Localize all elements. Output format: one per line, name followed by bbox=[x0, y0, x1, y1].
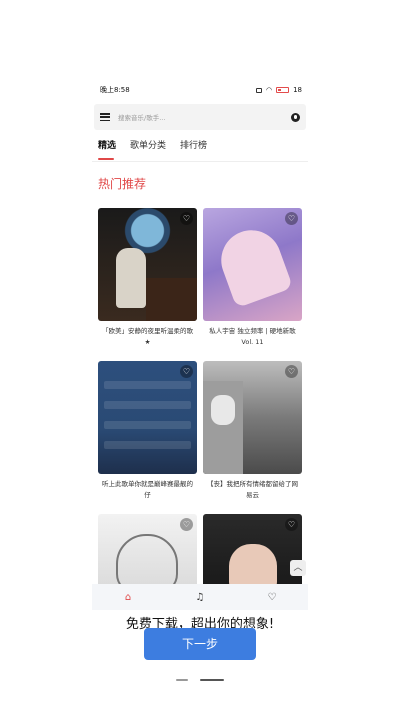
battery-level: 18 bbox=[293, 86, 302, 94]
bottom-nav: ⌂ ♫ ♡ bbox=[92, 584, 308, 610]
menu-icon[interactable] bbox=[100, 113, 110, 121]
page-dot-active[interactable] bbox=[200, 679, 224, 681]
playlist-title: 私人宇宙 独立频率 | 硬地新歌 Vol. 11 bbox=[209, 327, 296, 346]
app-screen: 晚上8:58 ◠ 18 搜索音乐/歌手... 精选 歌单分类 排行榜 热门推荐 … bbox=[92, 80, 308, 610]
playlist-title: 「欧美」安静的夜里听温柔的歌★ bbox=[102, 327, 193, 346]
tab-featured[interactable]: 精选 bbox=[98, 138, 116, 160]
playlist-cover: ♡ bbox=[203, 361, 302, 474]
wifi-icon: ◠ bbox=[265, 86, 273, 94]
playlist-title: 听上此歌单你就是巅峰赛最靓的仔 bbox=[102, 480, 193, 499]
tab-bar: 精选 歌单分类 排行榜 bbox=[92, 130, 308, 162]
playlist-cover: ♡ bbox=[203, 208, 302, 321]
page-indicator bbox=[0, 679, 400, 683]
status-bar: 晚上8:58 ◠ 18 bbox=[92, 80, 308, 100]
status-time: 晚上8:58 bbox=[100, 86, 130, 94]
home-icon[interactable]: ⌂ bbox=[122, 591, 134, 603]
battery-icon bbox=[276, 87, 290, 93]
playlist-card[interactable]: ♡ 【丧】我把所有情绪都留给了网易云 bbox=[203, 361, 302, 501]
heart-icon[interactable]: ♡ bbox=[285, 212, 298, 225]
tab-charts[interactable]: 排行榜 bbox=[180, 138, 207, 160]
playlist-card[interactable]: ♡ 听上此歌单你就是巅峰赛最靓的仔 bbox=[98, 361, 197, 501]
microphone-icon[interactable] bbox=[291, 112, 300, 122]
heart-icon[interactable]: ♡ bbox=[180, 212, 193, 225]
search-bar[interactable]: 搜索音乐/歌手... bbox=[94, 104, 306, 130]
search-input[interactable]: 搜索音乐/歌手... bbox=[118, 112, 291, 122]
heart-icon[interactable]: ♡ bbox=[266, 591, 278, 603]
playlist-icon[interactable]: ♫ bbox=[194, 591, 206, 603]
heart-icon[interactable]: ♡ bbox=[285, 518, 298, 531]
heart-icon[interactable]: ♡ bbox=[285, 365, 298, 378]
status-icons: ◠ 18 bbox=[255, 86, 302, 94]
notification-icon bbox=[255, 87, 262, 93]
heart-icon[interactable]: ♡ bbox=[180, 365, 193, 378]
playlist-cover: ♡ bbox=[98, 208, 197, 321]
playlist-card[interactable]: ♡ 「欧美」安静的夜里听温柔的歌★ bbox=[98, 208, 197, 348]
heart-icon[interactable]: ♡ bbox=[180, 518, 193, 531]
page-dot[interactable] bbox=[176, 679, 188, 681]
playlist-cover: ♡ bbox=[98, 361, 197, 474]
tab-playlist-categories[interactable]: 歌单分类 bbox=[130, 138, 166, 160]
playlist-title: 【丧】我把所有情绪都留给了网易云 bbox=[207, 480, 298, 499]
scroll-to-top-button[interactable]: ︿ bbox=[290, 560, 306, 576]
next-button[interactable]: 下一步 bbox=[144, 628, 256, 660]
section-title: 热门推荐 bbox=[98, 177, 147, 191]
playlist-card[interactable]: ♡ 私人宇宙 独立频率 | 硬地新歌 Vol. 11 bbox=[203, 208, 302, 348]
